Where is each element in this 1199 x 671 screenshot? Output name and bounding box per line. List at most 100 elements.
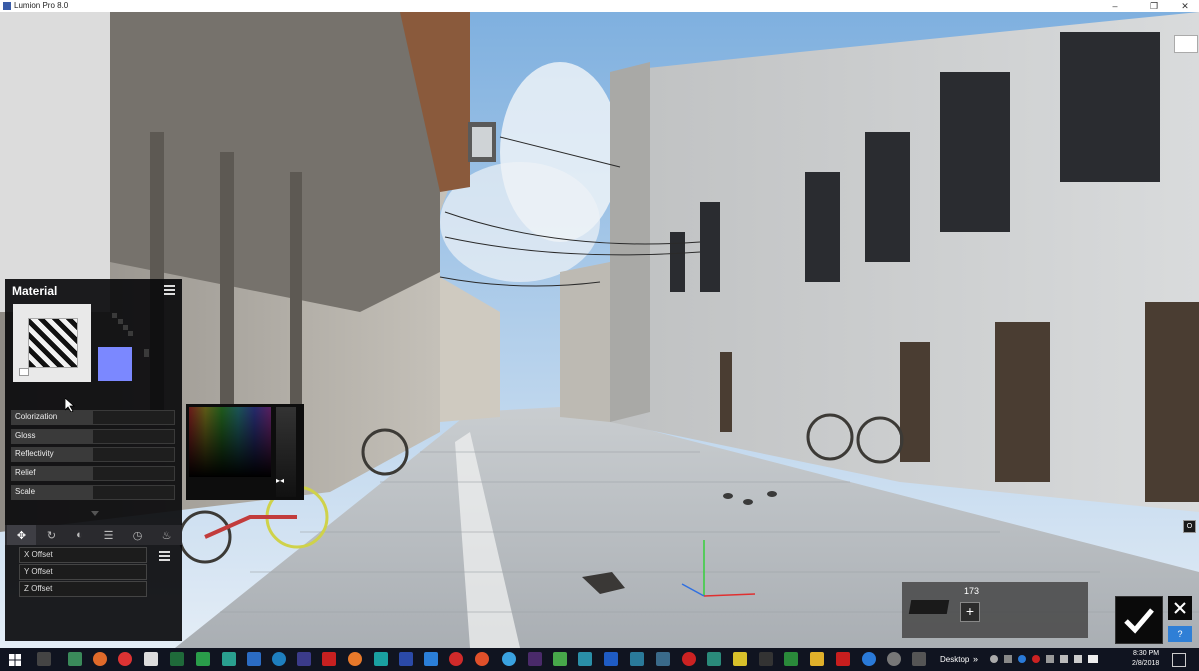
app-icon-15[interactable] — [449, 652, 463, 666]
clock-icon[interactable]: ◷ — [123, 525, 152, 545]
relief-slider[interactable]: Relief — [11, 466, 175, 481]
app-icon-19[interactable] — [553, 652, 567, 666]
colorization-track[interactable] — [93, 411, 174, 424]
collapse-arrows-icon — [1174, 602, 1186, 614]
app-icon-4[interactable] — [144, 652, 158, 666]
move-mode-button[interactable] — [1168, 596, 1192, 620]
scale-track[interactable] — [93, 486, 174, 499]
gloss-slider[interactable]: Gloss — [11, 429, 175, 444]
app-icon-10[interactable] — [297, 652, 311, 666]
material-tool-tabs: ✥ ↻ ◐ ☰ ◷ ♨ — [5, 525, 182, 545]
app-icon-8[interactable] — [247, 652, 261, 666]
y-offset-label: Y Offset — [24, 567, 53, 576]
object-count: 173 — [964, 586, 980, 596]
scale-label: Scale — [15, 487, 36, 496]
toolbar-overflow-icon[interactable]: » — [973, 654, 978, 664]
app-icon-13[interactable] — [399, 652, 413, 666]
rotate-icon[interactable]: ↻ — [37, 525, 66, 545]
app-icon-31[interactable] — [912, 652, 926, 666]
app-icon-28[interactable] — [784, 652, 798, 666]
close-button[interactable]: ✕ — [1171, 0, 1199, 12]
object-thumbnail[interactable] — [908, 600, 950, 614]
gloss-track[interactable] — [93, 430, 174, 443]
app-icon-27[interactable] — [759, 652, 773, 666]
clock-date[interactable]: 2/8/2018 — [1132, 660, 1159, 667]
app-icon-7[interactable] — [222, 652, 236, 666]
x-offset-label: X Offset — [24, 550, 53, 559]
move-icon[interactable]: ✥ — [7, 525, 36, 545]
reflectivity-slider[interactable]: Reflectivity — [11, 447, 175, 462]
app-icon-14[interactable] — [424, 652, 438, 666]
y-offset-field[interactable]: Y Offset — [19, 564, 147, 580]
colorization-label: Colorization — [15, 412, 58, 421]
task-view-icon[interactable] — [37, 652, 51, 666]
x-offset-field[interactable]: X Offset — [19, 547, 147, 563]
desktop-toolbar-label[interactable]: Desktop — [940, 655, 969, 664]
system-tray-icons[interactable] — [990, 654, 1100, 665]
app-icon-5[interactable] — [170, 652, 184, 666]
app-icon-2[interactable] — [93, 652, 107, 666]
start-button[interactable] — [0, 648, 30, 671]
window-title: Lumion Pro 8.0 — [14, 1, 69, 10]
z-offset-field[interactable]: Z Offset — [19, 581, 147, 597]
colorization-slider[interactable]: Colorization — [11, 410, 175, 425]
expand-arrow-icon[interactable] — [91, 511, 99, 516]
acrobat-icon[interactable] — [836, 652, 850, 666]
reflectivity-track[interactable] — [93, 448, 174, 461]
material-color-swatch[interactable] — [98, 347, 132, 381]
gloss-label: Gloss — [15, 431, 36, 440]
checkmark-icon — [1124, 608, 1154, 634]
material-panel: Material Colorization Gloss Reflectivity… — [5, 279, 182, 641]
sliders-icon[interactable]: ☰ — [94, 525, 123, 545]
maximize-button[interactable]: ❐ — [1140, 0, 1168, 12]
app-icon-26[interactable] — [733, 652, 747, 666]
scale-slider[interactable]: Scale — [11, 485, 175, 500]
app-icon-1[interactable] — [68, 652, 82, 666]
color-spectrum[interactable] — [189, 407, 271, 477]
material-corner-icon — [19, 368, 29, 376]
app-icon-9[interactable] — [272, 652, 286, 666]
minimize-button[interactable]: – — [1101, 0, 1129, 12]
mini-view-button[interactable] — [1174, 35, 1198, 53]
folder-icon[interactable] — [810, 652, 824, 666]
reflectivity-label: Reflectivity — [15, 449, 54, 458]
clock-time[interactable]: 8:30 PM — [1133, 650, 1159, 657]
app-icon-23[interactable] — [656, 652, 670, 666]
firefox-icon[interactable] — [348, 652, 362, 666]
help-button[interactable]: ? — [1168, 626, 1192, 642]
lumion-app-icon — [3, 2, 11, 10]
color-picker-popup: ▸◂ — [186, 404, 304, 500]
confirm-button[interactable] — [1115, 596, 1163, 644]
cursor-icon — [65, 398, 75, 412]
app-icon-11[interactable] — [322, 652, 336, 666]
brightness-handle-icon[interactable]: ▸◂ — [276, 476, 284, 485]
object-properties-panel: 173 + — [902, 582, 1088, 638]
windows-logo-icon — [9, 653, 21, 666]
app-icon-16[interactable] — [475, 652, 489, 666]
contrast-icon[interactable]: ◐ — [65, 525, 94, 545]
relief-track[interactable] — [93, 467, 174, 480]
app-icon-12[interactable] — [374, 652, 388, 666]
offset-menu-icon[interactable] — [159, 551, 170, 561]
add-object-button[interactable]: + — [960, 602, 980, 622]
app-icon-30[interactable] — [887, 652, 901, 666]
notifications-icon[interactable] — [1172, 653, 1186, 667]
app-icon-20[interactable] — [578, 652, 592, 666]
window-title-bar: Lumion Pro 8.0 – ❐ ✕ — [0, 0, 1199, 12]
material-menu-icon[interactable] — [164, 285, 175, 295]
material-texture-thumbnail — [28, 318, 78, 368]
app-icon-18[interactable] — [528, 652, 542, 666]
app-icon-29[interactable] — [862, 652, 876, 666]
app-icon-6[interactable] — [196, 652, 210, 666]
app-icon-25[interactable] — [707, 652, 721, 666]
app-icon-24[interactable] — [682, 652, 696, 666]
material-preview[interactable] — [13, 304, 91, 382]
z-offset-label: Z Offset — [24, 584, 53, 593]
o-toggle-button[interactable]: O — [1183, 520, 1196, 533]
windows-taskbar: Desktop » 8:30 PM 2/8/2018 — [0, 648, 1199, 671]
app-icon-21[interactable] — [604, 652, 618, 666]
app-icon-3[interactable] — [118, 652, 132, 666]
fire-icon[interactable]: ♨ — [152, 525, 181, 545]
app-icon-17[interactable] — [502, 652, 516, 666]
app-icon-22[interactable] — [630, 652, 644, 666]
